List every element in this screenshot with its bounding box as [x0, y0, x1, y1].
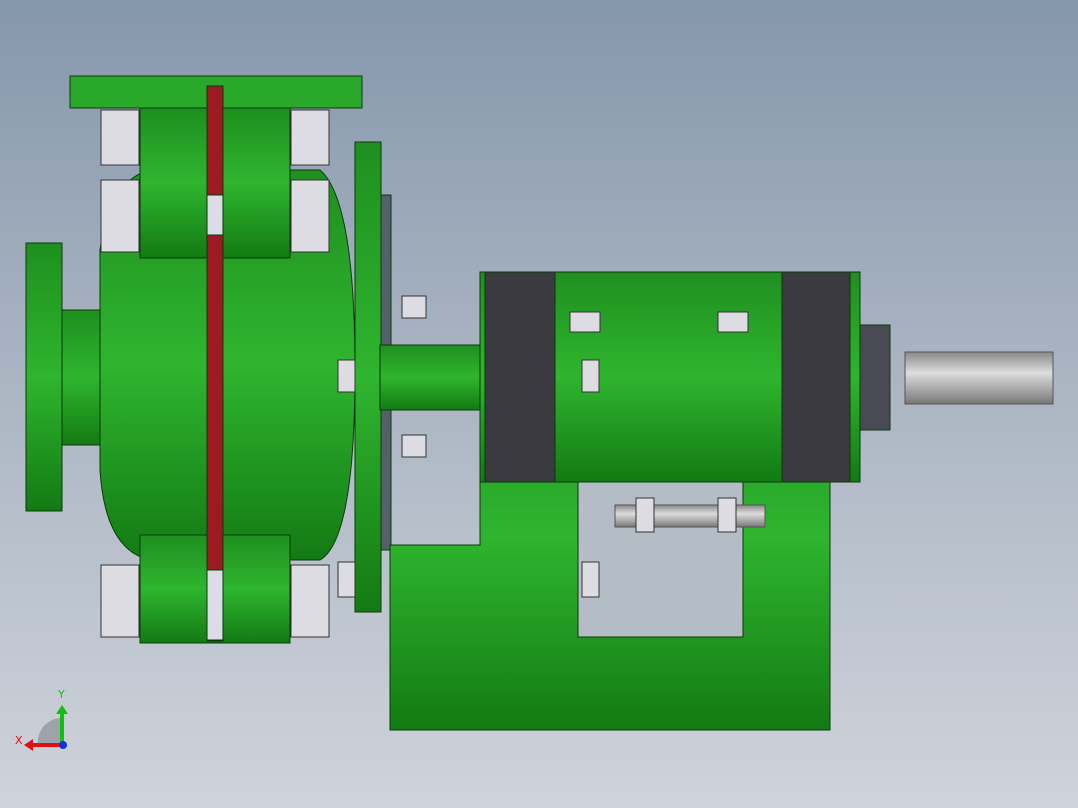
adapter-plate [354, 141, 382, 613]
shaft [904, 351, 1054, 405]
liner [206, 85, 224, 642]
suction-flange [25, 242, 63, 512]
bearing-cover-left [484, 271, 556, 483]
bearing-cover-right [781, 271, 851, 483]
coordinate-triad: Y X [15, 688, 68, 751]
z-axis-dot [59, 741, 67, 749]
y-axis-label: Y [57, 688, 65, 701]
x-axis-label: X [15, 734, 23, 747]
pump-model [25, 75, 1054, 731]
cad-viewport[interactable]: Y X [0, 0, 1078, 808]
